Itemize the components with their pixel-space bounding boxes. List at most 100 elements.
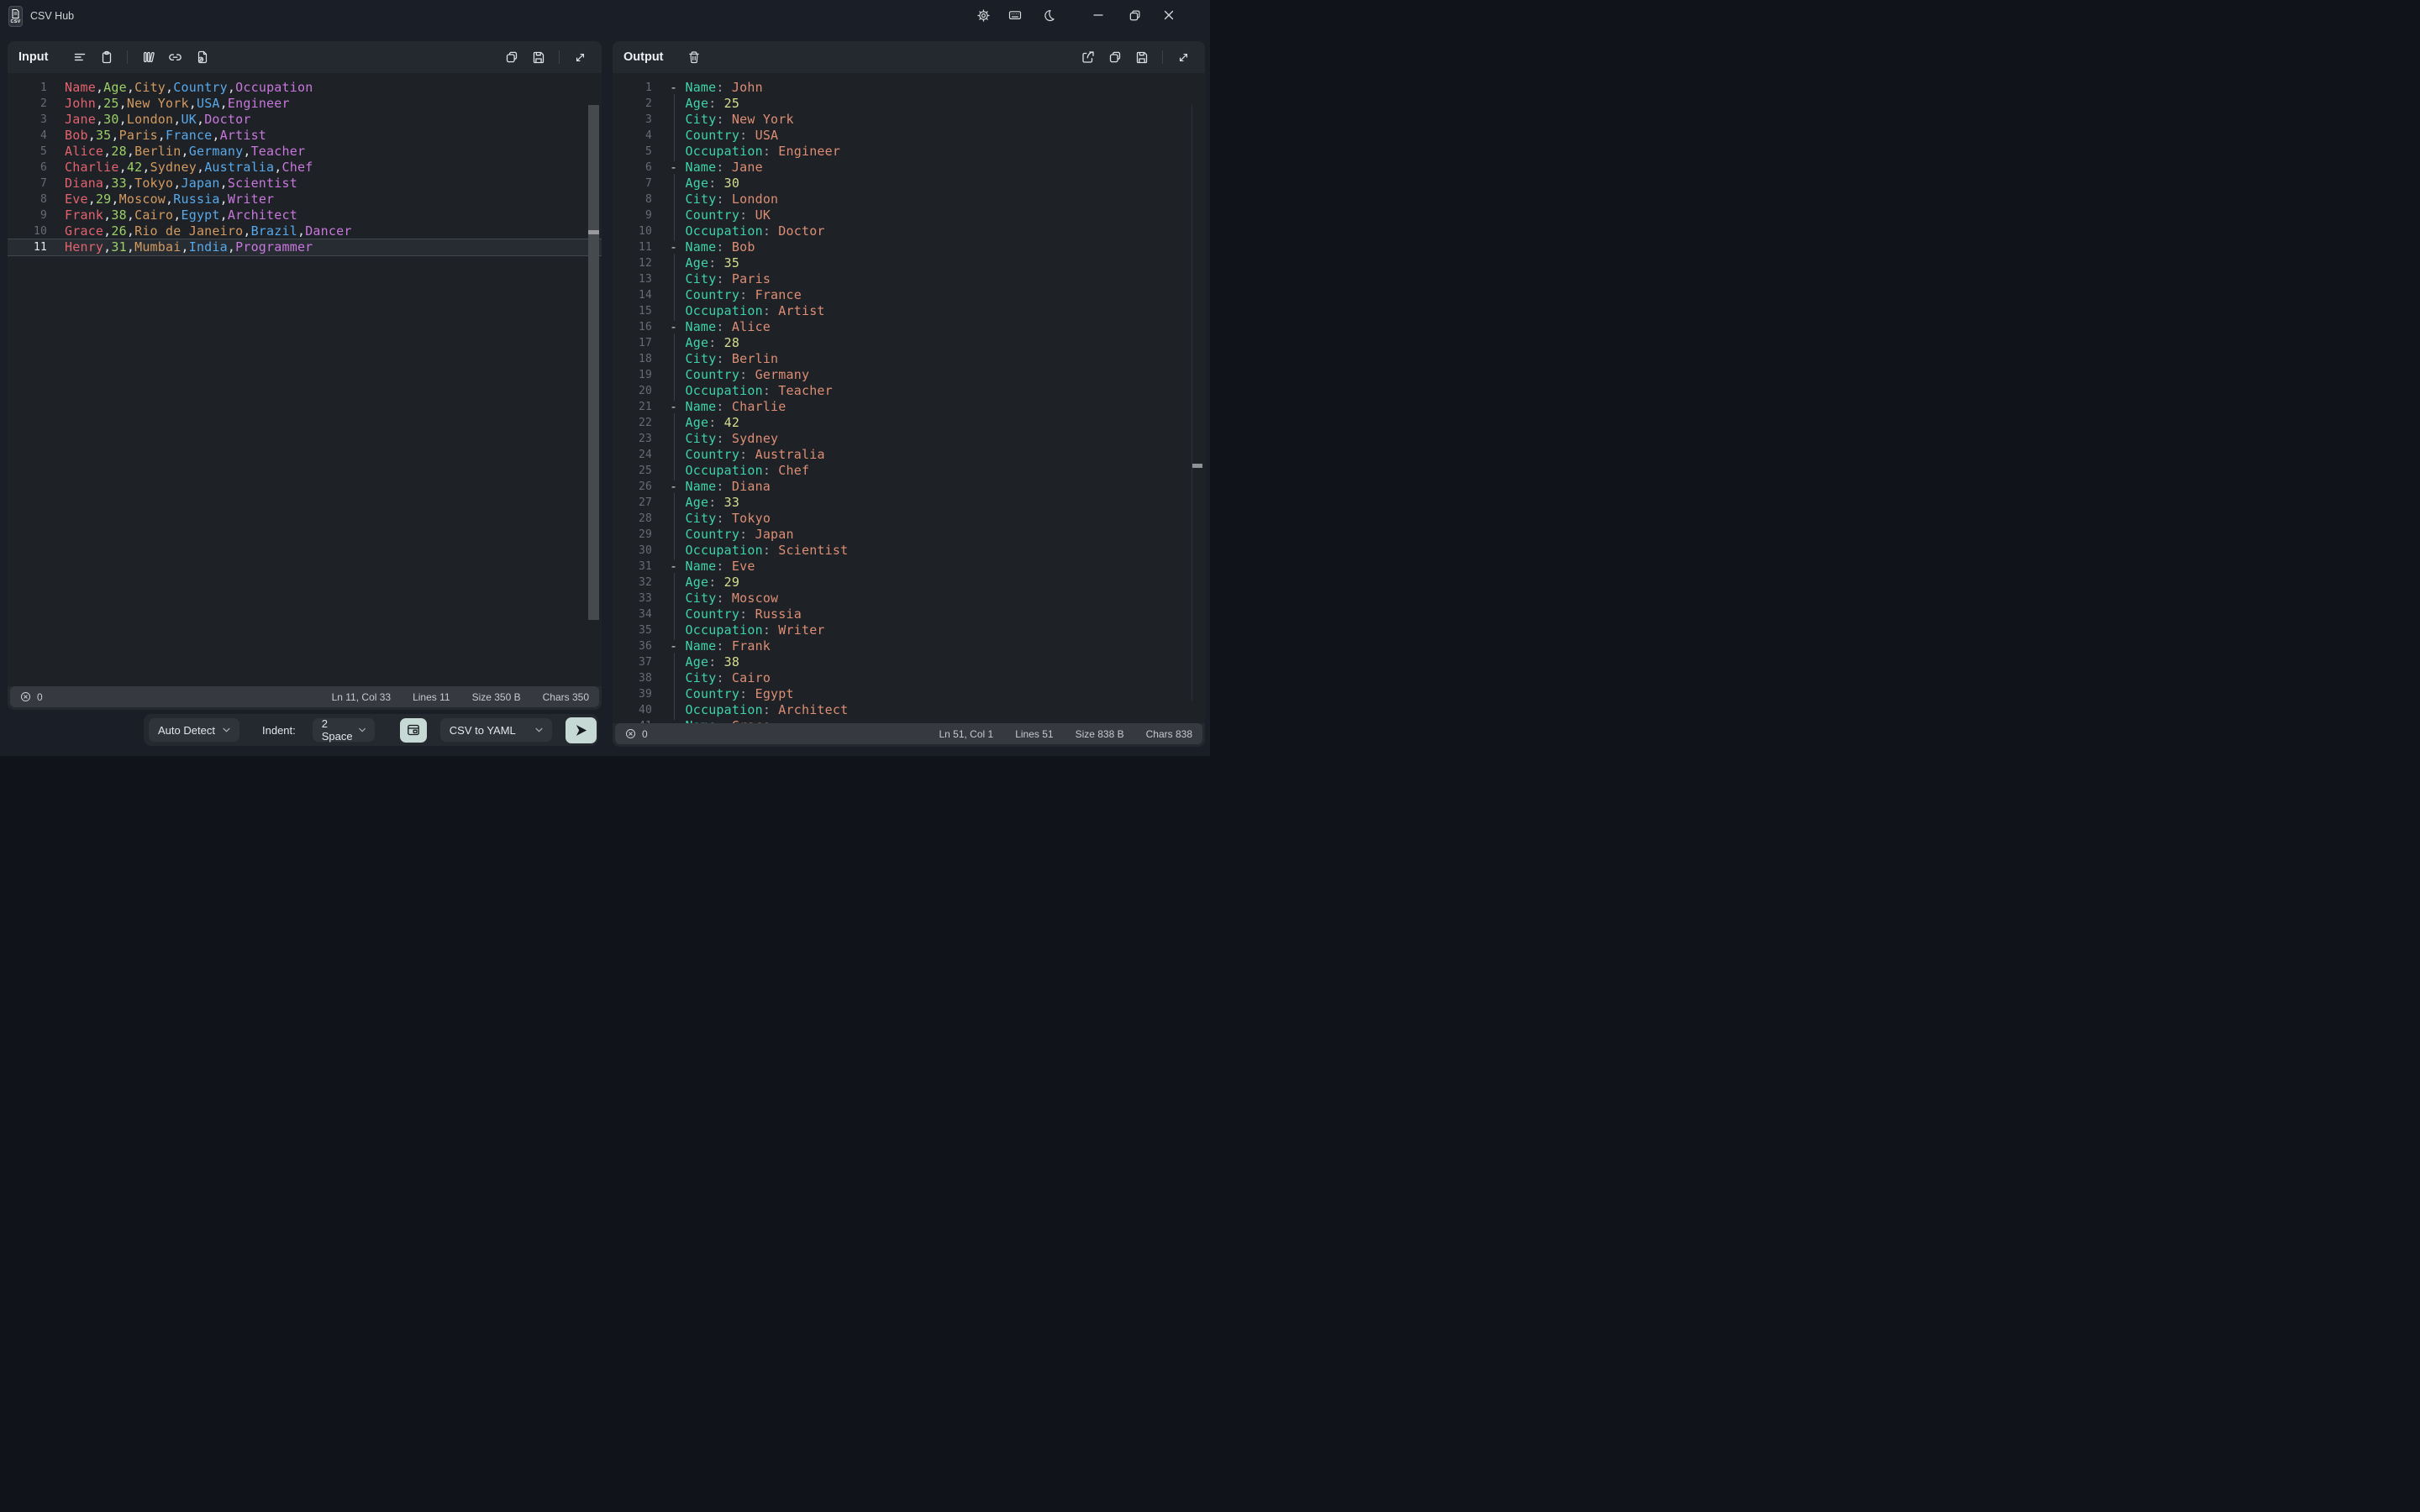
input-code[interactable]: 1Name,Age,City,Country,Occupation2John,2… [8, 73, 602, 686]
minimize-button[interactable] [1086, 3, 1110, 27]
output-code-line: 8City: London [613, 192, 1205, 207]
output-code-line: 27Age: 33 [613, 495, 1205, 511]
indent-guide [670, 335, 686, 351]
indent-guide [670, 543, 686, 559]
output-code-line: 9Country: UK [613, 207, 1205, 223]
keyboard-button[interactable] [1003, 3, 1027, 27]
yaml-line-text: - Name: Jane [670, 160, 763, 176]
indent-guide [670, 207, 686, 223]
copy-input-button[interactable] [501, 47, 522, 68]
line-number: 19 [613, 367, 652, 383]
csv-line-text: Jane,30,London,UK,Doctor [65, 112, 251, 128]
load-url-button[interactable] [165, 47, 186, 68]
close-button[interactable] [1157, 3, 1181, 27]
clear-output-button[interactable] [684, 47, 705, 68]
maximize-button[interactable] [1123, 3, 1146, 27]
indent-guide [670, 287, 686, 303]
input-scrollbar-thumb[interactable] [588, 105, 599, 620]
indent-guide [670, 591, 686, 606]
line-number: 29 [613, 527, 652, 543]
yaml-line-text: Country: France [670, 287, 802, 303]
output-code-line: 33City: Moscow [613, 591, 1205, 606]
csv-line-text: Henry,31,Mumbai,India,Programmer [65, 239, 313, 255]
line-number: 32 [613, 575, 652, 591]
yaml-line-text: Age: 42 [670, 415, 739, 431]
input-code-line: 8Eve,29,Moscow,Russia,Writer [8, 192, 602, 207]
save-input-button[interactable] [528, 47, 549, 68]
app-logo: CSV [8, 6, 23, 27]
theme-toggle-button[interactable] [1037, 3, 1060, 27]
output-size: Size 838 B [1076, 728, 1124, 740]
line-number: 3 [8, 112, 47, 128]
line-number: 17 [613, 335, 652, 351]
output-panel-title: Output [623, 50, 664, 64]
input-code-line: 4Bob,35,Paris,France,Artist [8, 128, 602, 144]
indent-select[interactable]: 2 Space [313, 718, 375, 742]
output-editor[interactable]: 1- Name: John2Age: 253City: New York4Cou… [613, 73, 1205, 723]
output-code-line: 37Age: 38 [613, 654, 1205, 670]
open-file-button[interactable] [192, 47, 213, 68]
output-code-line: 23City: Sydney [613, 431, 1205, 447]
yaml-line-text: Age: 33 [670, 495, 739, 511]
csv-line-text: Grace,26,Rio de Janeiro,Brazil,Dancer [65, 223, 352, 239]
line-number: 14 [613, 287, 652, 303]
input-status-bar: 0 Ln 11, Col 33 Lines 11 Size 350 B Char… [10, 686, 599, 707]
moon-icon [1043, 9, 1055, 22]
table-view-button[interactable] [400, 718, 427, 743]
indent-guide [670, 383, 686, 399]
conversion-value: CSV to YAML [450, 724, 516, 737]
format-detect-select[interactable]: Auto Detect [149, 718, 239, 742]
yaml-line-text: City: London [670, 192, 778, 207]
yaml-line-text: - Name: Bob [670, 239, 755, 255]
share-output-button[interactable] [1077, 47, 1098, 68]
line-number: 20 [613, 383, 652, 399]
line-number: 3 [613, 112, 652, 128]
yaml-line-text: Occupation: Doctor [670, 223, 825, 239]
expand-output-button[interactable] [1173, 47, 1194, 68]
indent-guide [670, 527, 686, 543]
expand-input-button[interactable] [570, 47, 591, 68]
output-code-line: 32Age: 29 [613, 575, 1205, 591]
output-code-line: 19Country: Germany [613, 367, 1205, 383]
output-code-line: 24Country: Australia [613, 447, 1205, 463]
maximize-restore-icon [1128, 9, 1141, 22]
line-number: 4 [8, 128, 47, 144]
yaml-line-text: - Name: Frank [670, 638, 771, 654]
line-number: 2 [613, 96, 652, 112]
conversion-select[interactable]: CSV to YAML [440, 718, 552, 742]
output-code-line: 40Occupation: Architect [613, 702, 1205, 718]
settings-button[interactable] [971, 3, 995, 27]
paste-button[interactable] [96, 47, 117, 68]
copy-output-button[interactable] [1104, 47, 1125, 68]
sample-data-button[interactable] [69, 47, 90, 68]
input-char-count: Chars 350 [543, 691, 589, 703]
indent-guide [670, 686, 686, 702]
line-number: 9 [8, 207, 47, 223]
output-code-line: 36- Name: Frank [613, 638, 1205, 654]
yaml-line-text: - Name: Charlie [670, 399, 786, 415]
yaml-line-text: City: Moscow [670, 591, 778, 606]
convert-button[interactable] [566, 717, 597, 743]
output-code[interactable]: 1- Name: John2Age: 253City: New York4Cou… [613, 73, 1205, 723]
line-number: 30 [613, 543, 652, 559]
line-number: 23 [613, 431, 652, 447]
input-error-count: 0 [37, 691, 43, 703]
indent-guide [670, 447, 686, 463]
indent-guide [670, 702, 686, 718]
line-number: 21 [613, 399, 652, 415]
library-button[interactable] [138, 47, 159, 68]
indent-guide [670, 128, 686, 144]
indent-guide [670, 144, 686, 160]
input-editor[interactable]: 1Name,Age,City,Country,Occupation2John,2… [8, 73, 602, 686]
save-output-button[interactable] [1131, 47, 1152, 68]
keyboard-icon [1008, 8, 1022, 22]
chevron-down-icon [359, 727, 366, 732]
indent-guide [670, 96, 686, 112]
input-code-line: 9Frank,38,Cairo,Egypt,Architect [8, 207, 602, 223]
input-code-line: 11Henry,31,Mumbai,India,Programmer [8, 239, 602, 255]
output-code-line: 5Occupation: Engineer [613, 144, 1205, 160]
output-cursor-position: Ln 51, Col 1 [939, 728, 993, 740]
line-number: 9 [613, 207, 652, 223]
indent-guide [670, 271, 686, 287]
divider [1162, 50, 1163, 64]
